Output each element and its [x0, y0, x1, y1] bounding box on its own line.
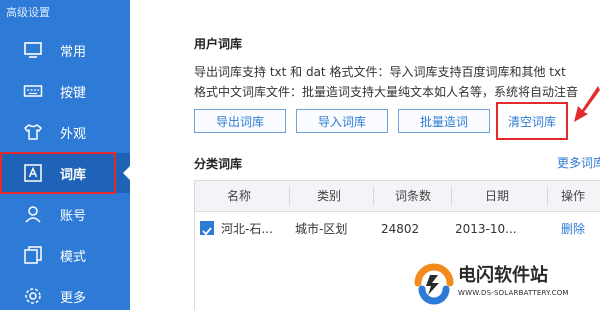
export-lexicon-button[interactable]: 导出词库 [194, 109, 286, 133]
row-count: 24802 [381, 222, 420, 236]
column-header-category: 类别 [317, 189, 342, 203]
sidebar-item-common[interactable]: 常用 [0, 30, 130, 70]
red-arrow-icon [574, 86, 600, 122]
column-header-date: 日期 [485, 189, 510, 203]
site-watermark: 电闪软件站 WWW.DS-SOLARBATTERY.COM [410, 255, 600, 310]
category-lexicon-title: 分类词库 [194, 157, 243, 171]
batch-create-button[interactable]: 批量造词 [398, 109, 490, 133]
column-header-action: 操作 [561, 189, 586, 203]
sidebar-item-label: 外观 [60, 126, 87, 142]
user-lexicon-description: 导出词库支持 txt 和 dat 格式文件：导入词库支持百度词库和其他 txt … [194, 62, 594, 102]
row-category: 城市-区划 [295, 222, 348, 236]
sidebar-item-label: 按键 [60, 85, 87, 101]
sidebar-item-account[interactable]: 账号 [0, 194, 130, 234]
row-name: 河北-石... [221, 222, 273, 236]
row-delete-link[interactable]: 删除 [561, 212, 585, 246]
column-header-count: 词条数 [395, 189, 432, 203]
shirt-icon [22, 121, 44, 143]
sidebar-item-label: 更多 [60, 290, 87, 306]
clear-button-highlight [496, 102, 568, 140]
check-icon [202, 227, 212, 236]
sidebar-item-label: 账号 [60, 208, 87, 224]
row-date: 2013-10... [455, 222, 517, 236]
description-line-2: 格式中文词库文件：批量造词支持大量纯文本如人名等，系统将自动注音 [194, 85, 579, 99]
gear-icon [22, 285, 44, 307]
sidebar: 高级设置 常用 按键 外观 词库 账号 模式 更多 [0, 0, 130, 310]
import-lexicon-button[interactable]: 导入词库 [296, 109, 388, 133]
keyboard-icon [22, 80, 44, 102]
active-item-highlight [0, 152, 116, 194]
site-logo-icon [414, 263, 454, 305]
sidebar-item-label: 模式 [60, 249, 87, 265]
column-header-name: 名称 [227, 189, 252, 203]
sidebar-item-more[interactable]: 更多 [0, 276, 130, 316]
watermark-url: WWW.DS-SOLARBATTERY.COM [458, 289, 569, 297]
more-lexicon-link[interactable]: 更多词库 [557, 154, 600, 171]
user-lexicon-title: 用户词库 [194, 37, 243, 51]
sidebar-item-mode[interactable]: 模式 [0, 235, 130, 275]
description-line-1: 导出词库支持 txt 和 dat 格式文件：导入词库支持百度词库和其他 txt [194, 65, 566, 79]
person-icon [22, 203, 44, 225]
mode-icon [22, 244, 44, 266]
sidebar-item-keys[interactable]: 按键 [0, 71, 130, 111]
settings-title: 高级设置 [6, 6, 50, 19]
sidebar-item-appearance[interactable]: 外观 [0, 112, 130, 152]
watermark-site-name: 电闪软件站 [458, 265, 548, 286]
table-row: 河北-石... 城市-区划 24802 2013-10... 删除 [195, 212, 600, 246]
table-header: 名称 类别 词条数 日期 操作 [195, 181, 600, 212]
active-item-pointer [123, 166, 130, 180]
sidebar-item-label: 常用 [60, 44, 87, 60]
monitor-icon [22, 39, 44, 61]
row-checkbox[interactable] [200, 221, 214, 236]
